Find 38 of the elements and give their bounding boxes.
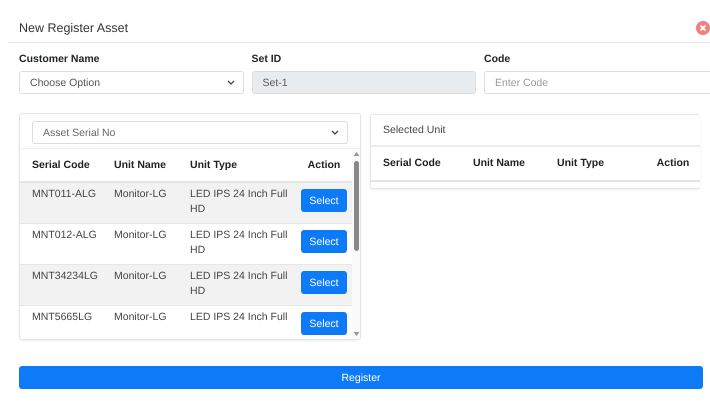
table-cell-text: LED IPS 24 Inch Full HD bbox=[189, 187, 288, 217]
input-field[interactable]: Enter Code bbox=[484, 71, 710, 94]
scrollbar[interactable] bbox=[352, 149, 360, 339]
table-cell-text: Monitor-LG bbox=[113, 228, 168, 243]
table-cell-text: LED IPS 24 Inch Full HD bbox=[189, 228, 288, 258]
column-header: Unit Name bbox=[113, 158, 167, 172]
table-cell-text: MNT011-ALG bbox=[31, 187, 97, 202]
column-header: Serial Code bbox=[31, 158, 91, 172]
select-button[interactable]: Select bbox=[301, 189, 347, 212]
field-label: Set ID bbox=[252, 53, 282, 65]
select-button[interactable]: Select bbox=[301, 230, 347, 253]
column-header: Serial Code bbox=[382, 156, 442, 171]
table-cell-text: MNT5665LG bbox=[31, 310, 94, 325]
register-button[interactable]: Register bbox=[19, 366, 703, 389]
close-icon[interactable] bbox=[696, 20, 710, 34]
select-button[interactable]: Select bbox=[301, 312, 347, 335]
table-cell-text: MNT34234LG bbox=[31, 269, 99, 284]
caret-icon bbox=[331, 130, 339, 135]
table-cell-text: Monitor-LG bbox=[113, 310, 168, 325]
column-header: Unit Type bbox=[556, 156, 606, 171]
column-header: Unit Type bbox=[189, 158, 238, 172]
table-cell-text: MNT012-ALG bbox=[31, 228, 98, 243]
select-field[interactable]: Choose Option bbox=[19, 71, 244, 94]
modal-title: New Register Asset bbox=[19, 20, 128, 34]
table-cell-text: LED IPS 24 Inch Full bbox=[189, 310, 288, 325]
caret-icon bbox=[226, 80, 234, 85]
table-cell-text: Monitor-LG bbox=[113, 187, 168, 202]
panel-title: Selected Unit bbox=[383, 124, 446, 136]
field-label: Code bbox=[484, 53, 512, 65]
column-header: Action bbox=[306, 158, 342, 172]
table-cell-text: Monitor-LG bbox=[113, 269, 168, 284]
table-cell-text: LED IPS 24 Inch Full HD bbox=[189, 269, 288, 299]
select-field[interactable]: Asset Serial No bbox=[32, 121, 348, 144]
column-header: Unit Name bbox=[472, 156, 526, 171]
readonly-field: Set-1 bbox=[252, 71, 476, 94]
column-header: Action bbox=[656, 156, 690, 171]
select-button[interactable]: Select bbox=[301, 271, 347, 294]
field-label: Customer Name bbox=[19, 53, 101, 65]
